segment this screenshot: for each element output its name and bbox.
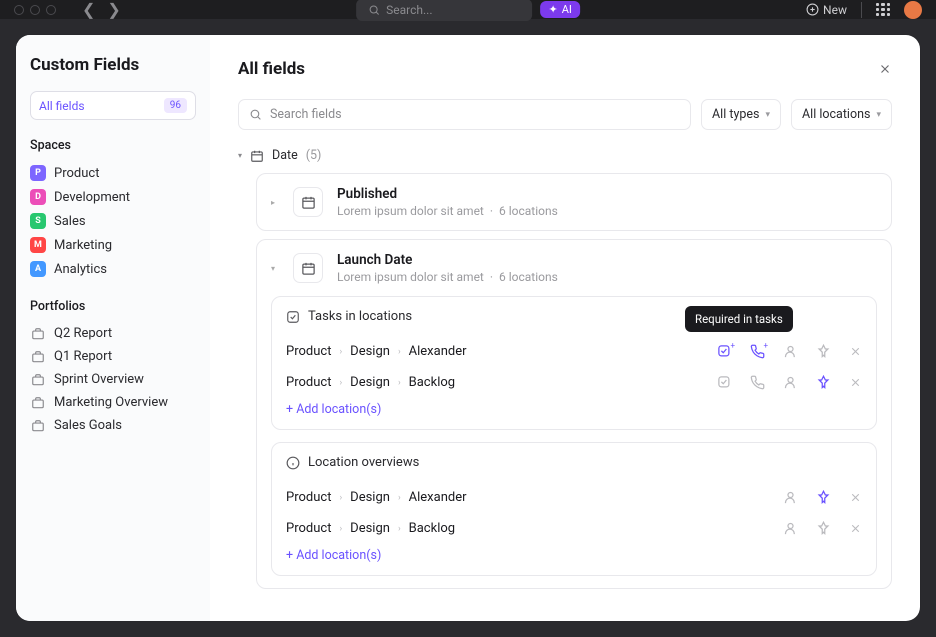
global-search[interactable]: Search... <box>356 0 532 21</box>
sidebar-portfolio-item[interactable]: Q1 Report <box>30 345 196 368</box>
page-title: All fields <box>238 59 305 79</box>
chevron-down-icon: ▾ <box>876 110 881 120</box>
tooltip: Required in tasks <box>685 306 793 332</box>
location-row: Product›Design›Alexander Required in tas… <box>286 336 862 367</box>
field-title: Launch Date <box>337 252 558 268</box>
calendar-icon <box>293 253 323 283</box>
location-row: Product›Design›Alexander <box>286 482 862 513</box>
field-card-published[interactable]: ▸ Published Lorem ipsum dolor sit amet·6… <box>256 173 892 231</box>
sidebar: Custom Fields All fields 96 Spaces PProd… <box>16 35 210 621</box>
sidebar-space-item[interactable]: PProduct <box>30 161 196 185</box>
location-row: Product›Design›Backlog <box>286 367 862 398</box>
chevron-right-icon: ▸ <box>271 198 279 207</box>
sidebar-space-item[interactable]: DDevelopment <box>30 185 196 209</box>
locations-dropdown[interactable]: All locations ▾ <box>791 99 892 130</box>
window-controls[interactable] <box>14 5 56 15</box>
overviews-panel: Location overviews Product›Design›Alexan… <box>271 442 877 576</box>
sidebar-space-item[interactable]: MMarketing <box>30 233 196 257</box>
close-icon[interactable] <box>849 491 862 504</box>
search-fields-input[interactable]: Search fields <box>238 99 691 130</box>
portfolios-label: Portfolios <box>30 299 196 314</box>
sidebar-title: Custom Fields <box>30 55 196 75</box>
group-header[interactable]: ▾ Date (5) <box>238 148 892 163</box>
new-button[interactable]: New <box>806 3 847 17</box>
checkbox-icon <box>286 310 300 324</box>
back-button[interactable]: ❮ <box>82 0 95 19</box>
fields-count-badge: 96 <box>164 98 187 113</box>
ai-button[interactable]: ✦ AI <box>540 1 579 18</box>
location-row: Product›Design›Backlog <box>286 513 862 544</box>
person-icon[interactable] <box>783 344 798 359</box>
pin-icon[interactable] <box>816 375 831 390</box>
close-icon[interactable] <box>849 522 862 535</box>
search-icon <box>249 108 262 121</box>
pin-icon[interactable] <box>816 344 831 359</box>
required-toggle-icon[interactable] <box>717 375 732 390</box>
sidebar-all-fields[interactable]: All fields 96 <box>30 91 196 120</box>
pin-icon[interactable] <box>816 490 831 505</box>
phone-icon[interactable]: + <box>750 344 765 359</box>
calendar-icon <box>250 149 264 163</box>
sidebar-portfolio-item[interactable]: Sales Goals <box>30 414 196 437</box>
sparkle-icon: ✦ <box>548 3 557 16</box>
breadcrumb[interactable]: Product›Design›Backlog <box>286 375 455 390</box>
calendar-icon <box>293 187 323 217</box>
forward-button[interactable]: ❯ <box>107 0 120 19</box>
sidebar-space-item[interactable]: SSales <box>30 209 196 233</box>
close-icon[interactable] <box>849 376 862 389</box>
person-icon[interactable] <box>783 521 798 536</box>
close-icon[interactable] <box>849 345 862 358</box>
field-card-launch-date[interactable]: ▾ Launch Date Lorem ipsum dolor sit amet… <box>256 239 892 589</box>
person-icon[interactable] <box>783 490 798 505</box>
field-title: Published <box>337 186 558 202</box>
close-icon[interactable] <box>878 62 892 76</box>
sidebar-portfolio-item[interactable]: Marketing Overview <box>30 391 196 414</box>
breadcrumb[interactable]: Product›Design›Alexander <box>286 490 467 505</box>
add-location-button[interactable]: + Add location(s) <box>286 398 862 417</box>
sidebar-space-item[interactable]: AAnalytics <box>30 257 196 281</box>
pin-icon[interactable] <box>816 521 831 536</box>
titlebar: ❮ ❯ Search... ✦ AI New <box>0 0 936 19</box>
info-icon <box>286 456 300 470</box>
avatar[interactable] <box>904 1 922 19</box>
apps-icon[interactable] <box>876 3 890 17</box>
chevron-down-icon: ▾ <box>765 110 770 120</box>
sidebar-portfolio-item[interactable]: Q2 Report <box>30 322 196 345</box>
main-panel: All fields Search fields All types ▾ All… <box>210 35 920 621</box>
types-dropdown[interactable]: All types ▾ <box>701 99 781 130</box>
search-icon <box>368 4 380 16</box>
breadcrumb[interactable]: Product›Design›Backlog <box>286 521 455 536</box>
chevron-down-icon: ▾ <box>271 264 279 273</box>
chevron-down-icon: ▾ <box>238 151 242 160</box>
required-toggle-icon[interactable]: Required in tasks + <box>717 344 732 359</box>
breadcrumb[interactable]: Product›Design›Alexander <box>286 344 467 359</box>
sidebar-portfolio-item[interactable]: Sprint Overview <box>30 368 196 391</box>
search-placeholder: Search... <box>386 3 432 17</box>
spaces-label: Spaces <box>30 138 196 153</box>
phone-icon[interactable] <box>750 375 765 390</box>
person-icon[interactable] <box>783 375 798 390</box>
tasks-panel: Tasks in locations Product›Design›Alexan… <box>271 296 877 430</box>
add-location-button[interactable]: + Add location(s) <box>286 544 862 563</box>
